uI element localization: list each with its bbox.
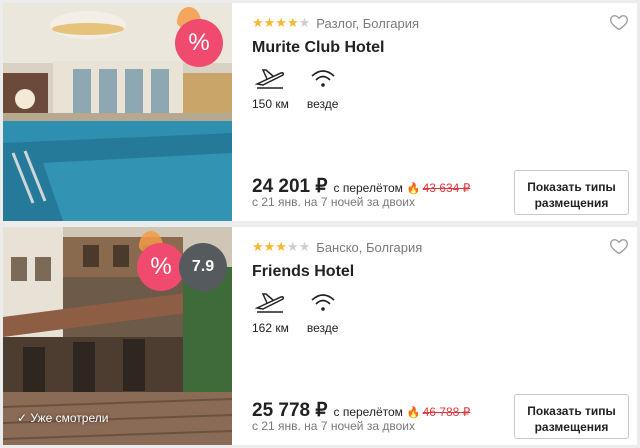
stars-icon: ★★★★★ [252, 239, 311, 254]
heart-icon[interactable] [609, 12, 629, 32]
wifi-label: везде [306, 97, 339, 111]
hotel-photo[interactable]: % [3, 3, 232, 221]
distance-label: 162 км [252, 321, 289, 335]
wifi-icon [311, 70, 335, 87]
wifi-icon [311, 294, 335, 311]
wifi-item: везде [306, 291, 339, 335]
dates-text: с 21 янв. на 7 ночей за двоих [252, 419, 415, 433]
dates-text: с 21 янв. на 7 ночей за двоих [252, 195, 415, 209]
hotel-card[interactable]: % 7.9 ✓ Уже смотрели ★★★★★ Банско, Болга… [3, 227, 637, 445]
hotel-location: Банско, Болгария [316, 239, 423, 255]
wifi-label: везде [306, 321, 339, 335]
hotel-photo[interactable]: % 7.9 ✓ Уже смотрели [3, 227, 232, 445]
show-room-types-button[interactable]: Показать типы размещения [514, 170, 629, 215]
heart-icon[interactable] [609, 236, 629, 256]
plane-icon [255, 293, 285, 313]
with-flight-label: с перелётом [333, 181, 403, 195]
rating-badge: 7.9 [179, 243, 227, 291]
plane-icon [255, 69, 285, 89]
hotel-name[interactable]: Friends Hotel [252, 263, 354, 281]
hotel-stars-location: ★★★★★ Банско, Болгария [252, 239, 422, 255]
fire-icon: 🔥 [406, 407, 421, 419]
distance-label: 150 км [252, 97, 289, 111]
fire-icon: 🔥 [406, 183, 421, 195]
wifi-item: везде [306, 67, 339, 111]
distance-item: 162 км [252, 291, 289, 335]
hotel-card[interactable]: % ★★★★★ Разлог, Болгария Murite Club Hot… [3, 3, 637, 221]
stars-icon: ★★★★★ [252, 15, 311, 30]
hotel-stars-location: ★★★★★ Разлог, Болгария [252, 15, 419, 31]
old-price: 46 788 ₽ [422, 405, 471, 419]
old-price: 43 634 ₽ [422, 181, 471, 195]
sale-badge: % [175, 19, 223, 67]
show-room-types-button[interactable]: Показать типы размещения [514, 394, 629, 439]
already-viewed-label: ✓ Уже смотрели [17, 411, 109, 425]
hotel-location: Разлог, Болгария [316, 15, 420, 31]
with-flight-label: с перелётом [333, 405, 403, 419]
hotel-name[interactable]: Murite Club Hotel [252, 39, 384, 57]
sale-badge: % [137, 243, 185, 291]
distance-item: 150 км [252, 67, 289, 111]
